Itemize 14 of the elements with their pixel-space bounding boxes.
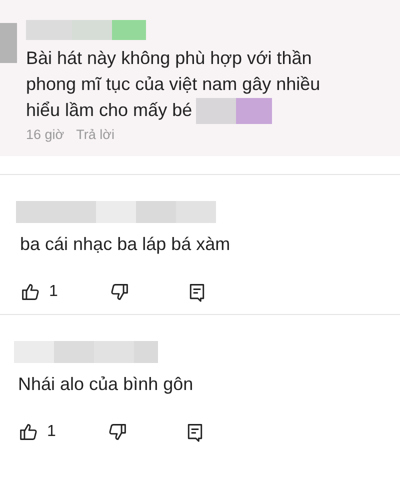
comment-text: Bài hát này không phù hợp với thần phong mĩ tục của việt nam gây nhiều hiểu lầm cho mấy bé xyxy=(26,45,348,124)
thumbs-up-icon[interactable] xyxy=(21,282,41,302)
thumbs-down-icon[interactable] xyxy=(107,422,127,442)
comment-icon[interactable] xyxy=(185,422,205,442)
thumbs-up-icon[interactable] xyxy=(19,422,39,442)
like-count: 1 xyxy=(47,423,56,442)
comment-icon[interactable] xyxy=(187,282,207,302)
comment-text: Nhái alo của bình gôn xyxy=(18,373,194,396)
like-count: 1 xyxy=(49,283,58,302)
thumbs-down-icon[interactable] xyxy=(109,282,129,302)
avatar-redaction xyxy=(0,23,17,63)
comment-text: ba cái nhạc ba láp bá xàm xyxy=(20,233,232,256)
reply-link[interactable]: Trả lời xyxy=(76,127,114,142)
timestamp: 16 giờ xyxy=(26,127,64,142)
